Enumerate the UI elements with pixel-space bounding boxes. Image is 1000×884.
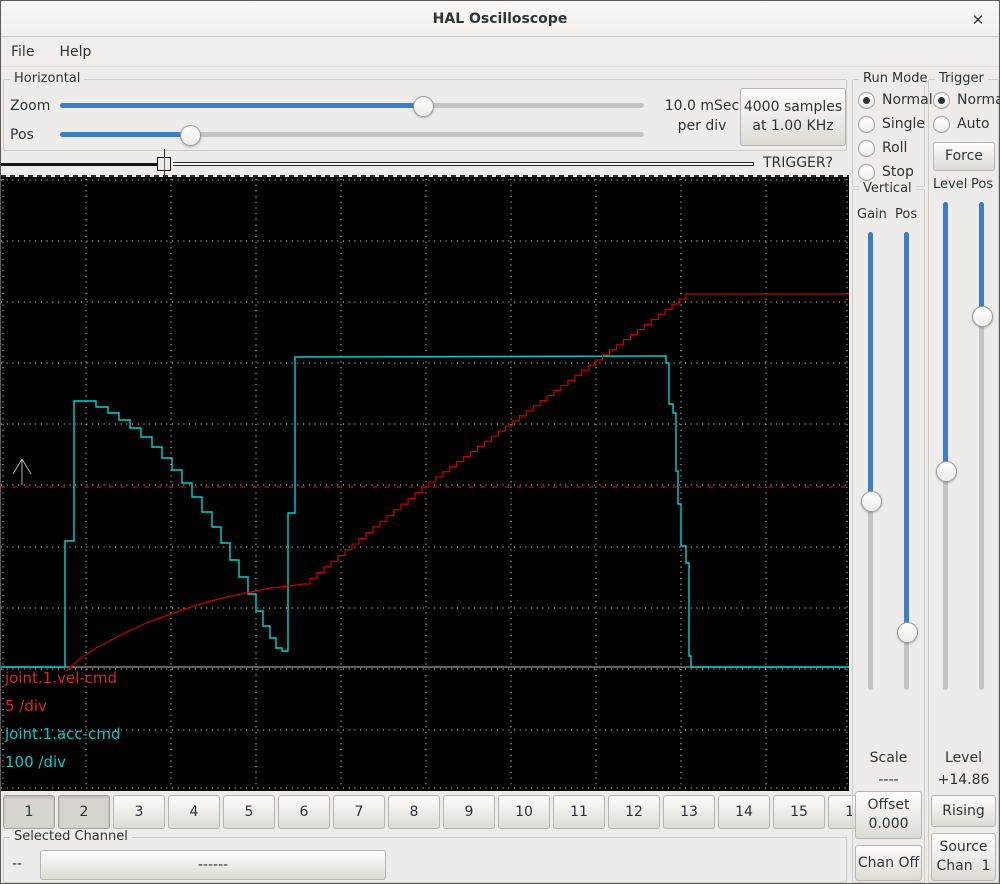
trigger-status-label: TRIGGER? bbox=[762, 155, 834, 171]
trigger-pos-slider-handle[interactable] bbox=[972, 306, 993, 327]
run-mode-frame-label: Run Mode bbox=[859, 71, 932, 86]
run-mode-option-normal[interactable]: Normal bbox=[858, 88, 933, 112]
run-mode-radio-stop[interactable] bbox=[858, 163, 875, 181]
channel-button-15[interactable]: 15 bbox=[773, 795, 825, 829]
trigger-level-slider-handle[interactable] bbox=[936, 461, 957, 482]
trigger-mode-radio-normal-selected[interactable] bbox=[933, 91, 950, 109]
selected-channel-frame: Selected Channel -- ------ bbox=[3, 829, 847, 883]
trigger-level-value: +14.86 bbox=[937, 772, 990, 788]
channel-button-13[interactable]: 13 bbox=[663, 795, 715, 829]
sample-rate-label: 10.0 mSec per div bbox=[664, 98, 740, 134]
channel-button-12[interactable]: 12 bbox=[608, 795, 660, 829]
trigger-level-caption: Level bbox=[945, 750, 982, 766]
run-mode-radio-roll[interactable] bbox=[858, 139, 875, 157]
selected-channel-status: -- bbox=[12, 856, 23, 872]
scope-canvas: joint.1.vel-cmd 5 /div joint.1.acc-cmd 100 … bbox=[1, 177, 849, 791]
gain-slider-handle[interactable] bbox=[861, 491, 882, 512]
vertical-pos-slider-label: Pos bbox=[895, 207, 918, 222]
record-length-button[interactable]: 4000 samples at 1.00 KHz bbox=[740, 88, 846, 146]
app-window: HAL Oscilloscope ✕ File Help Horizontal … bbox=[0, 0, 1000, 884]
scope-label-3: 100 /div bbox=[5, 753, 66, 771]
channel-button-row: 1 2 3 4 5 6 7 8 9 10 11 12 13 14 15 16 bbox=[3, 795, 880, 829]
chan-off-button[interactable]: Chan Off bbox=[855, 845, 922, 881]
run-mode-label-roll: Roll bbox=[882, 140, 908, 156]
gain-slider[interactable] bbox=[861, 232, 882, 690]
vertical-frame-label: Vertical bbox=[859, 181, 916, 196]
scope-label-0: joint.1.vel-cmd bbox=[4, 669, 117, 687]
selected-channel-frame-label: Selected Channel bbox=[10, 829, 132, 844]
menu-help[interactable]: Help bbox=[50, 38, 102, 67]
force-button[interactable]: Force bbox=[933, 142, 995, 171]
channel-button-10[interactable]: 10 bbox=[498, 795, 550, 829]
window-title: HAL Oscilloscope bbox=[432, 11, 568, 27]
run-mode-options: Normal Single Roll Stop bbox=[858, 88, 933, 184]
run-mode-option-roll[interactable]: Roll bbox=[858, 136, 933, 160]
trigger-mode-option-auto[interactable]: Auto bbox=[933, 112, 1000, 136]
trigger-pos-slider[interactable] bbox=[972, 202, 993, 690]
run-mode-radio-single[interactable] bbox=[858, 115, 875, 133]
trigger-mode-label-auto: Auto bbox=[957, 116, 990, 132]
vertical-frame: Vertical Gain Pos Scale ---- Offset 0.00… bbox=[852, 181, 925, 883]
run-mode-label-stop: Stop bbox=[882, 164, 914, 180]
run-mode-label-single: Single bbox=[882, 116, 926, 132]
channel-button-7[interactable]: 7 bbox=[333, 795, 385, 829]
channel-button-3[interactable]: 3 bbox=[113, 795, 165, 829]
record-position-trough bbox=[173, 162, 754, 166]
channel-button-14[interactable]: 14 bbox=[718, 795, 770, 829]
channel-button-4[interactable]: 4 bbox=[168, 795, 220, 829]
record-position-bar bbox=[1, 163, 158, 166]
channel-button-6[interactable]: 6 bbox=[278, 795, 330, 829]
channel-button-9[interactable]: 9 bbox=[443, 795, 495, 829]
horizontal-frame-label: Horizontal bbox=[10, 71, 85, 86]
horizontal-pos-slider-handle[interactable] bbox=[180, 125, 201, 146]
pos-slider-label: Pos bbox=[10, 127, 34, 143]
selected-channel-name-button[interactable]: ------ bbox=[40, 850, 386, 880]
trigger-source-button[interactable]: Source Chan 1 bbox=[931, 833, 996, 881]
vertical-pos-slider[interactable] bbox=[897, 232, 918, 690]
menu-bar: File Help bbox=[1, 38, 999, 67]
trigger-pos-slider-label: Pos bbox=[971, 177, 994, 192]
trigger-mode-option-normal[interactable]: Normal bbox=[933, 88, 1000, 112]
scale-caption: Scale bbox=[869, 750, 908, 766]
trigger-mode-label-normal: Normal bbox=[957, 92, 1000, 108]
trigger-level-slider-label: Level bbox=[933, 177, 968, 192]
title-bar: HAL Oscilloscope ✕ bbox=[1, 1, 999, 37]
channel-button-8[interactable]: 8 bbox=[388, 795, 440, 829]
scope-label-2: joint.1.acc-cmd bbox=[4, 725, 120, 743]
gain-slider-label: Gain bbox=[857, 207, 887, 222]
channel-button-2[interactable]: 2 bbox=[58, 795, 110, 829]
zoom-slider-label: Zoom bbox=[10, 98, 51, 114]
trigger-level-slider[interactable] bbox=[936, 202, 957, 690]
channel-button-5[interactable]: 5 bbox=[223, 795, 275, 829]
run-mode-label-normal: Normal bbox=[882, 92, 933, 108]
trigger-position-marker[interactable] bbox=[157, 157, 171, 171]
run-mode-frame: Run Mode Normal Single Roll Stop bbox=[852, 71, 933, 187]
horizontal-zoom-slider[interactable] bbox=[60, 95, 644, 117]
horizontal-pos-slider[interactable] bbox=[60, 124, 644, 146]
scope-label-1: 5 /div bbox=[5, 697, 47, 715]
vertical-pos-slider-handle[interactable] bbox=[897, 622, 918, 643]
horizontal-zoom-slider-handle[interactable] bbox=[413, 96, 434, 117]
menu-file[interactable]: File bbox=[1, 38, 44, 67]
trigger-frame: Trigger Normal Auto Force Level Pos Level… bbox=[928, 71, 1000, 883]
scale-value: ---- bbox=[878, 772, 899, 788]
run-mode-radio-normal-selected[interactable] bbox=[858, 91, 875, 109]
scope-display: joint.1.vel-cmd 5 /div joint.1.acc-cmd 100 … bbox=[1, 177, 849, 791]
trigger-edge-button[interactable]: Rising bbox=[931, 795, 996, 827]
offset-button[interactable]: Offset 0.000 bbox=[855, 791, 922, 839]
channel-button-1[interactable]: 1 bbox=[3, 795, 55, 829]
trigger-frame-label: Trigger bbox=[935, 71, 988, 86]
trigger-mode-options: Normal Auto bbox=[933, 88, 1000, 136]
run-mode-option-single[interactable]: Single bbox=[858, 112, 933, 136]
channel-button-11[interactable]: 11 bbox=[553, 795, 605, 829]
horizontal-frame: Horizontal Zoom Pos 10.0 mSec per div 40… bbox=[3, 71, 847, 151]
trigger-mode-radio-auto[interactable] bbox=[933, 115, 950, 133]
close-icon[interactable]: ✕ bbox=[967, 9, 989, 31]
